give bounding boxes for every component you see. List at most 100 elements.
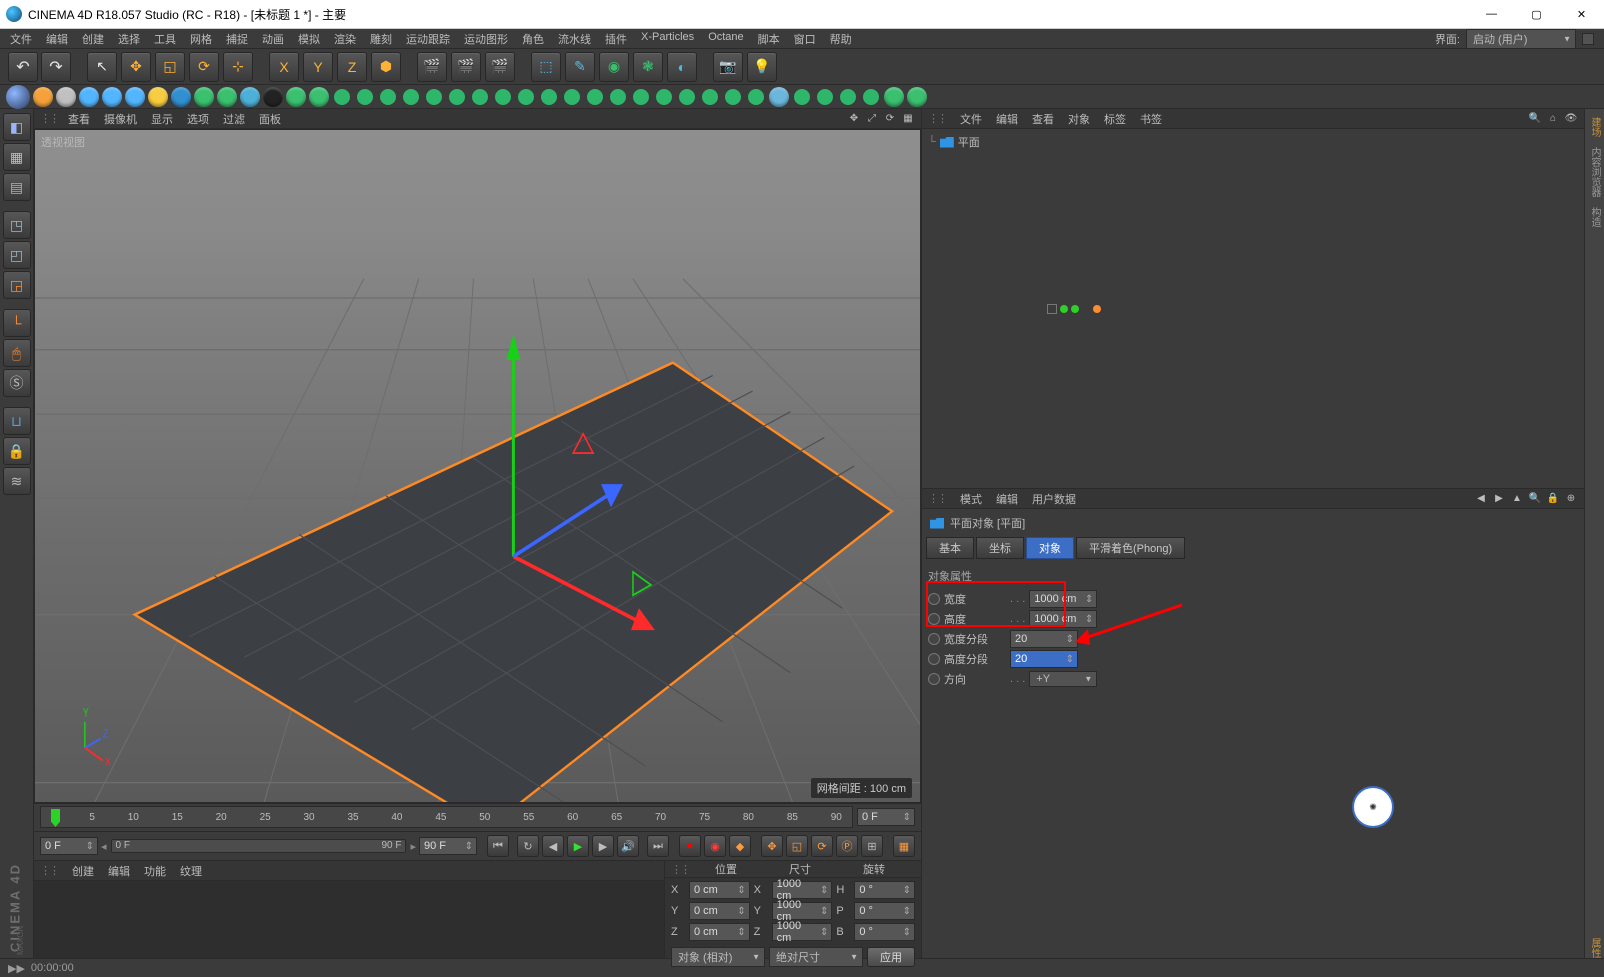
om-eye-icon[interactable]: 👁 [1564, 112, 1578, 126]
undo-button[interactable]: ↶ [8, 52, 38, 82]
visibility-render-dot[interactable] [1071, 305, 1079, 313]
menu-运动跟踪[interactable]: 运动跟踪 [406, 31, 450, 47]
xp-mod-11[interactable] [561, 85, 584, 108]
timeline-end-outer-value[interactable]: 0 F [857, 808, 915, 826]
workplane-button[interactable]: ⊔ [3, 407, 31, 435]
key-param-button[interactable]: Ⓟ [836, 835, 858, 857]
xp-k-icon[interactable] [769, 87, 789, 107]
size-Y[interactable]: 1000 cm [772, 902, 833, 920]
phong-tag-icon[interactable] [1093, 305, 1101, 313]
attr-new-icon[interactable]: ⊕ [1564, 492, 1578, 506]
pos-Y[interactable]: 0 cm [689, 902, 750, 920]
maximize-button[interactable]: ▢ [1514, 0, 1559, 28]
panel-grip[interactable]: ⋮⋮ [928, 112, 946, 125]
menu-流水线[interactable]: 流水线 [558, 31, 591, 47]
anim-toggle[interactable] [928, 593, 940, 605]
grid-button[interactable]: ≋ [3, 467, 31, 495]
generator-button[interactable]: ◉ [599, 52, 629, 82]
menu-X-Particles[interactable]: X-Particles [641, 31, 694, 47]
menu-工具[interactable]: 工具 [154, 31, 176, 47]
range-start-field[interactable]: 0 F [40, 837, 98, 855]
anim-toggle[interactable] [928, 653, 940, 665]
record-button[interactable]: ● [679, 835, 701, 857]
xp-b-icon[interactable] [125, 87, 145, 107]
y-axis-button[interactable]: Y [303, 52, 333, 82]
attr-menu-编辑[interactable]: 编辑 [996, 494, 1018, 506]
xp-i-icon[interactable] [286, 87, 306, 107]
attr-menu-模式[interactable]: 模式 [960, 494, 982, 506]
layout-slot[interactable] [1582, 33, 1594, 45]
xp-mod-5[interactable] [423, 85, 446, 108]
mat-menu-功能[interactable]: 功能 [144, 866, 166, 878]
render-settings-button[interactable]: 🎬 [485, 52, 515, 82]
menu-雕刻[interactable]: 雕刻 [370, 31, 392, 47]
texture-mode-button[interactable]: ▤ [3, 173, 31, 201]
menu-角色[interactable]: 角色 [522, 31, 544, 47]
xp-mod-9[interactable] [515, 85, 538, 108]
om-menu-文件[interactable]: 文件 [960, 114, 982, 126]
camera-button[interactable]: 📷 [713, 52, 743, 82]
xp-mod-3[interactable] [377, 85, 400, 108]
xp-d-icon[interactable] [171, 87, 191, 107]
goto-start-button[interactable]: ⏮ [487, 835, 509, 857]
om-menu-标签[interactable]: 标签 [1104, 114, 1126, 126]
apply-button[interactable]: 应用 [867, 947, 915, 967]
om-home-icon[interactable]: ⌂ [1546, 112, 1560, 126]
vp-menu-显示[interactable]: 显示 [151, 111, 173, 127]
vp-nav-rotate-icon[interactable]: ⟳ [883, 112, 897, 126]
xp-mod-1[interactable] [331, 85, 354, 108]
loop-button[interactable]: ↻ [517, 835, 539, 857]
render-view-button[interactable]: 🎬 [417, 52, 447, 82]
anim-toggle[interactable] [928, 673, 940, 685]
xp-mod-6[interactable] [446, 85, 469, 108]
attr-menu-用户数据[interactable]: 用户数据 [1032, 494, 1076, 506]
key-pos-button[interactable]: ✥ [761, 835, 783, 857]
panel-grip[interactable]: ⋮⋮ [928, 492, 946, 505]
pos-X[interactable]: 0 cm [689, 881, 750, 899]
primitive-cube-button[interactable]: ⬚ [531, 52, 561, 82]
playhead[interactable] [51, 809, 60, 827]
points-mode-button[interactable]: ◳ [3, 211, 31, 239]
xp-mod-22[interactable] [837, 85, 860, 108]
width-field[interactable]: 1000 cm [1029, 590, 1097, 608]
rot-H[interactable]: 0 ° [854, 881, 915, 899]
materials-area[interactable] [34, 881, 664, 958]
model-mode-button[interactable]: ▦ [3, 143, 31, 171]
menu-窗口[interactable]: 窗口 [794, 31, 816, 47]
xp-system-icon[interactable] [56, 87, 76, 107]
key-pla-button[interactable]: ⊞ [861, 835, 883, 857]
xp-mod-19[interactable] [745, 85, 768, 108]
anim-toggle[interactable] [928, 613, 940, 625]
lock-grid-button[interactable]: 🔒 [3, 437, 31, 465]
render-region-button[interactable]: 🎬 [451, 52, 481, 82]
redo-button[interactable]: ↷ [41, 52, 71, 82]
xp-emitter-icon[interactable] [33, 87, 53, 107]
sound-button[interactable]: 🔊 [617, 835, 639, 857]
autokey-button[interactable]: ◉ [704, 835, 726, 857]
vp-menu-选项[interactable]: 选项 [187, 111, 209, 127]
xp-m-icon[interactable] [907, 87, 927, 107]
om-menu-查看[interactable]: 查看 [1032, 114, 1054, 126]
attr-tab-基本[interactable]: 基本 [926, 537, 974, 559]
rot-P[interactable]: 0 ° [854, 902, 915, 920]
size-X[interactable]: 1000 cm [772, 881, 833, 899]
timeline-layout-button[interactable]: ▦ [893, 835, 915, 857]
panel-grip[interactable]: ⋮⋮ [40, 112, 58, 125]
snap-button[interactable]: Ⓢ [3, 369, 31, 397]
om-search-icon[interactable]: 🔍 [1528, 112, 1542, 126]
enable-axis-button[interactable]: 🖱 [3, 339, 31, 367]
layer-color-swatch[interactable] [1047, 304, 1057, 314]
xp-h-icon[interactable] [263, 87, 283, 107]
minimize-button[interactable]: — [1469, 0, 1514, 28]
menu-网格[interactable]: 网格 [190, 31, 212, 47]
xp-mod-21[interactable] [814, 85, 837, 108]
xp-mod-15[interactable] [653, 85, 676, 108]
x-axis-button[interactable]: X [269, 52, 299, 82]
move-tool[interactable]: ✥ [121, 52, 151, 82]
mat-menu-纹理[interactable]: 纹理 [180, 866, 202, 878]
vp-nav-zoom-icon[interactable]: ⤢ [865, 112, 879, 126]
menu-Octane[interactable]: Octane [708, 31, 743, 47]
menu-捕捉[interactable]: 捕捉 [226, 31, 248, 47]
play-button[interactable]: ▶ [567, 835, 589, 857]
menu-创建[interactable]: 创建 [82, 31, 104, 47]
